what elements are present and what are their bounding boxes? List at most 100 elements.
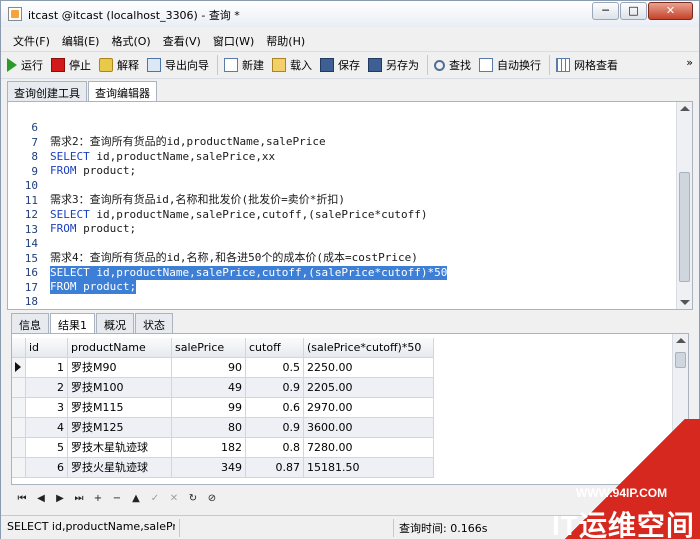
cell-calculated[interactable]: 15181.50	[304, 458, 434, 478]
scroll-up-icon[interactable]	[680, 106, 690, 111]
cell-cutoff[interactable]: 0.8	[246, 438, 304, 458]
scroll-thumb[interactable]	[679, 172, 690, 282]
maximize-button[interactable]: □	[620, 2, 647, 20]
save-button[interactable]: 保存	[320, 57, 360, 73]
menu-window[interactable]: 窗口(W)	[207, 30, 260, 50]
table-row[interactable]: 6 罗技火星轨迹球 349 0.87 15181.50	[12, 458, 434, 478]
cell-calculated[interactable]: 2205.00	[304, 378, 434, 398]
table-row[interactable]: 4 罗技M125 80 0.9 3600.00	[12, 418, 434, 438]
tab-query-editor[interactable]: 查询编辑器	[88, 81, 157, 102]
word-wrap-icon	[479, 58, 493, 72]
cell-calculated[interactable]: 2970.00	[304, 398, 434, 418]
column-header-calculated[interactable]: (salePrice*cutoff)*50	[304, 338, 434, 358]
tab-profile[interactable]: 概况	[96, 313, 134, 333]
stop-icon	[51, 58, 65, 72]
load-button[interactable]: 载入	[272, 57, 312, 73]
minimize-button[interactable]: ─	[592, 2, 619, 20]
menu-file[interactable]: 文件(F)	[7, 30, 56, 50]
scroll-down-icon[interactable]	[680, 300, 690, 305]
cell-productname[interactable]: 罗技火星轨迹球	[68, 458, 172, 478]
cell-id[interactable]: 1	[26, 358, 68, 378]
cell-cutoff[interactable]: 0.9	[246, 418, 304, 438]
cell-calculated[interactable]: 7280.00	[304, 438, 434, 458]
cell-id[interactable]: 5	[26, 438, 68, 458]
cell-id[interactable]: 4	[26, 418, 68, 438]
menu-edit[interactable]: 编辑(E)	[56, 30, 106, 50]
tab-result-1[interactable]: 结果1	[50, 313, 95, 334]
table-row[interactable]: 1 罗技M90 90 0.5 2250.00	[12, 358, 434, 378]
column-header-saleprice[interactable]: salePrice	[172, 338, 246, 358]
cell-id[interactable]: 3	[26, 398, 68, 418]
line-number: 18	[24, 295, 38, 308]
column-header-cutoff[interactable]: cutoff	[246, 338, 304, 358]
sql-editor[interactable]: 6 需求2：查询所有货品的id,productName,salePrice 7 …	[7, 101, 693, 310]
tab-status[interactable]: 状态	[135, 313, 173, 333]
refresh-icon[interactable]: ↻	[186, 492, 200, 506]
next-record-icon[interactable]: ▶	[53, 492, 67, 506]
find-button[interactable]: 查找	[434, 57, 471, 73]
prev-record-icon[interactable]: ◀	[34, 492, 48, 506]
stop-button[interactable]: 停止	[51, 57, 91, 73]
cell-calculated[interactable]: 2250.00	[304, 358, 434, 378]
delete-record-icon[interactable]: −	[110, 492, 124, 506]
table-row[interactable]: 2 罗技M100 49 0.9 2205.00	[12, 378, 434, 398]
editor-scrollbar[interactable]	[676, 102, 692, 309]
last-record-icon[interactable]: ⏭	[72, 492, 86, 506]
code-line: 14 需求4：查询所有货品的id,名称,和各进50个的成本价(成本=costPr…	[8, 223, 676, 264]
cell-calculated[interactable]: 3600.00	[304, 418, 434, 438]
save-as-button[interactable]: 另存为	[368, 57, 419, 73]
cell-productname[interactable]: 罗技木星轨迹球	[68, 438, 172, 458]
new-button[interactable]: 新建	[224, 57, 264, 73]
menu-view[interactable]: 查看(V)	[157, 30, 207, 50]
query-time: 查询时间: 0.166s	[399, 522, 488, 535]
scroll-up-icon[interactable]	[676, 338, 686, 343]
apply-changes-icon[interactable]: ✓	[148, 492, 162, 506]
cell-saleprice[interactable]: 90	[172, 358, 246, 378]
code-line: 8 FROM product;	[8, 136, 676, 177]
table-row[interactable]: 3 罗技M115 99 0.6 2970.00	[12, 398, 434, 418]
run-button[interactable]: 运行	[7, 57, 43, 73]
close-button[interactable]: ✕	[648, 2, 693, 20]
cell-productname[interactable]: 罗技M90	[68, 358, 172, 378]
cell-saleprice[interactable]: 80	[172, 418, 246, 438]
menu-format[interactable]: 格式(O)	[105, 30, 156, 50]
cell-saleprice[interactable]: 99	[172, 398, 246, 418]
explain-label: 解释	[117, 59, 139, 72]
title-bar: itcast @itcast (localhost_3306) - 查询 * ─…	[1, 1, 699, 27]
menu-help[interactable]: 帮助(H)	[260, 30, 311, 50]
code-line: 6 需求2：查询所有货品的id,productName,salePrice	[8, 107, 676, 148]
code-line: 9	[8, 151, 676, 178]
cell-productname[interactable]: 罗技M115	[68, 398, 172, 418]
tab-query-builder[interactable]: 查询创建工具	[7, 81, 87, 101]
explain-button[interactable]: 解释	[99, 57, 139, 73]
cell-productname[interactable]: 罗技M125	[68, 418, 172, 438]
scroll-thumb[interactable]	[675, 352, 686, 368]
code-line: 7 SELECT id,productName,salePrice,xx	[8, 122, 676, 163]
cell-id[interactable]: 6	[26, 458, 68, 478]
stop-refresh-icon[interactable]: ⊘	[205, 492, 219, 506]
cell-cutoff[interactable]: 0.6	[246, 398, 304, 418]
export-wizard-button[interactable]: 导出向导	[147, 57, 209, 73]
current-row-indicator-icon	[12, 358, 26, 378]
cell-productname[interactable]: 罗技M100	[68, 378, 172, 398]
cell-cutoff[interactable]: 0.5	[246, 358, 304, 378]
first-record-icon[interactable]: ⏮	[15, 492, 29, 506]
grid-header-row: id productName salePrice cutoff (salePri…	[12, 338, 434, 358]
discard-changes-icon[interactable]: ✕	[167, 492, 181, 506]
edit-record-icon[interactable]: ▲	[129, 492, 143, 506]
word-wrap-button[interactable]: 自动换行	[479, 57, 541, 73]
cell-saleprice[interactable]: 182	[172, 438, 246, 458]
column-header-productname[interactable]: productName	[68, 338, 172, 358]
word-wrap-label: 自动换行	[497, 59, 541, 72]
add-record-icon[interactable]: +	[91, 492, 105, 506]
cell-id[interactable]: 2	[26, 378, 68, 398]
table-row[interactable]: 5 罗技木星轨迹球 182 0.8 7280.00	[12, 438, 434, 458]
grid-view-button[interactable]: 网格查看	[556, 57, 618, 73]
column-header-id[interactable]: id	[26, 338, 68, 358]
cell-cutoff[interactable]: 0.87	[246, 458, 304, 478]
tab-info[interactable]: 信息	[11, 313, 49, 333]
toolbar-overflow-icon[interactable]: »	[686, 56, 693, 69]
cell-saleprice[interactable]: 49	[172, 378, 246, 398]
cell-cutoff[interactable]: 0.9	[246, 378, 304, 398]
cell-saleprice[interactable]: 349	[172, 458, 246, 478]
